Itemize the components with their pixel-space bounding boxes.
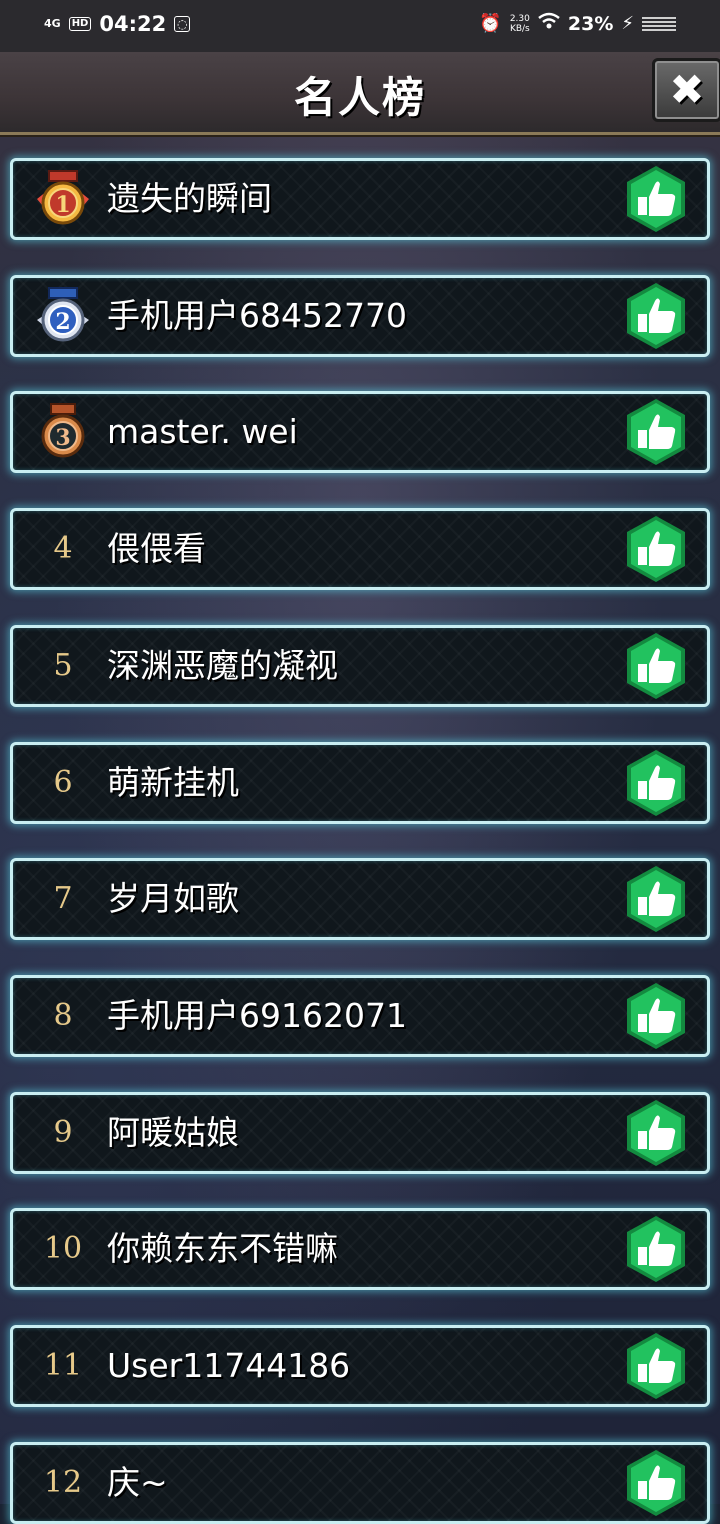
like-button[interactable] — [621, 1448, 691, 1518]
player-name: 阿暖姑娘 — [107, 1113, 239, 1152]
rank-number: 6 — [53, 765, 73, 800]
thumbs-up-icon — [621, 866, 691, 938]
status-bar: 4G HD 04:22 ◌ ⏰ 2.30 KB/s 23% ⚡ — [0, 0, 720, 52]
like-button[interactable] — [621, 1331, 691, 1401]
leaderboard-row[interactable]: 8 手机用户69162071 — [10, 975, 710, 1057]
svg-text:2: 2 — [55, 309, 70, 335]
player-name: 你赖东东不错嘛 — [107, 1229, 338, 1268]
like-button[interactable] — [621, 864, 691, 934]
player-name: 萌新挂机 — [107, 763, 239, 802]
thumbs-up-icon — [621, 399, 691, 471]
charging-icon: ⚡ — [621, 13, 634, 34]
leaderboard-row[interactable]: 9 阿暖姑娘 — [10, 1092, 710, 1174]
rank-number: 5 — [53, 648, 73, 683]
thumbs-up-icon — [621, 1216, 691, 1288]
like-button[interactable] — [621, 397, 691, 467]
player-name: User11744186 — [107, 1346, 351, 1385]
like-button[interactable] — [621, 631, 691, 701]
status-time: 04:22 — [99, 12, 167, 36]
leaderboard-row[interactable]: 4 偎偎看 — [10, 508, 710, 590]
gold-medal-icon: 1 — [35, 169, 91, 229]
thumbs-up-icon — [621, 1100, 691, 1172]
player-name: 手机用户69162071 — [107, 996, 407, 1035]
player-name: master. wei — [107, 412, 298, 451]
leaderboard-row[interactable]: 3 master. wei — [10, 391, 710, 473]
leaderboard-row[interactable]: 2 手机用户68452770 — [10, 275, 710, 357]
player-name: 岁月如歌 — [107, 879, 239, 918]
rank-number: 7 — [53, 881, 73, 916]
like-button[interactable] — [621, 1214, 691, 1284]
player-name: 偎偎看 — [107, 529, 206, 568]
title-bar: 名人榜 — [0, 52, 720, 135]
rank-number: 8 — [53, 998, 73, 1033]
thumbs-up-icon — [621, 1450, 691, 1522]
rank-number: 4 — [53, 531, 73, 566]
hd-badge: HD — [68, 17, 92, 31]
network-speed-unit: KB/s — [509, 23, 530, 34]
leaderboard-row[interactable]: 1 遗失的瞬间 — [10, 158, 710, 240]
leaderboard-row[interactable]: 5 深渊恶魔的凝视 — [10, 625, 710, 707]
leaderboard-row[interactable]: 11 User11744186 — [10, 1325, 710, 1407]
wifi-icon — [538, 12, 560, 35]
thumbs-up-icon — [621, 983, 691, 1055]
battery-icon — [642, 16, 676, 31]
thumbs-up-icon — [621, 750, 691, 822]
bronze-medal-icon: 3 — [35, 402, 91, 462]
thumbs-up-icon — [621, 633, 691, 705]
rank-number: 11 — [43, 1348, 83, 1383]
player-name: 庆~ — [107, 1463, 168, 1502]
network-speed-value: 2.30 — [509, 13, 530, 24]
thumbs-up-icon — [621, 283, 691, 355]
page-title: 名人榜 — [293, 73, 426, 122]
thumbs-up-icon — [621, 166, 691, 238]
like-button[interactable] — [621, 981, 691, 1051]
silver-medal-icon: 2 — [35, 286, 91, 346]
close-button[interactable]: ✖ — [652, 58, 720, 122]
like-button[interactable] — [621, 514, 691, 584]
like-button[interactable] — [621, 1098, 691, 1168]
rank-number: 10 — [43, 1231, 83, 1266]
svg-text:3: 3 — [55, 425, 70, 451]
leaderboard-row[interactable]: 7 岁月如歌 — [10, 858, 710, 940]
rank-number: 12 — [43, 1465, 83, 1500]
like-button[interactable] — [621, 748, 691, 818]
thumbs-up-icon — [621, 516, 691, 588]
leaderboard-row[interactable]: 12 庆~ — [10, 1442, 710, 1524]
network-indicator: 4G — [44, 17, 61, 30]
svg-text:1: 1 — [55, 192, 70, 218]
leaderboard-row[interactable]: 6 萌新挂机 — [10, 742, 710, 824]
alarm-icon: ⏰ — [479, 13, 502, 34]
thumbs-up-icon — [621, 1333, 691, 1405]
battery-percent: 23% — [567, 12, 614, 35]
player-name: 深渊恶魔的凝视 — [107, 646, 338, 685]
rank-number: 9 — [53, 1115, 73, 1150]
player-name: 手机用户68452770 — [107, 296, 407, 335]
like-button[interactable] — [621, 164, 691, 234]
player-name: 遗失的瞬间 — [107, 179, 272, 218]
leaderboard-row[interactable]: 10 你赖东东不错嘛 — [10, 1208, 710, 1290]
like-button[interactable] — [621, 281, 691, 351]
close-icon: ✖ — [669, 65, 705, 114]
network-speed: 2.30 KB/s — [510, 14, 530, 34]
app-notification-icon: ◌ — [174, 16, 191, 32]
